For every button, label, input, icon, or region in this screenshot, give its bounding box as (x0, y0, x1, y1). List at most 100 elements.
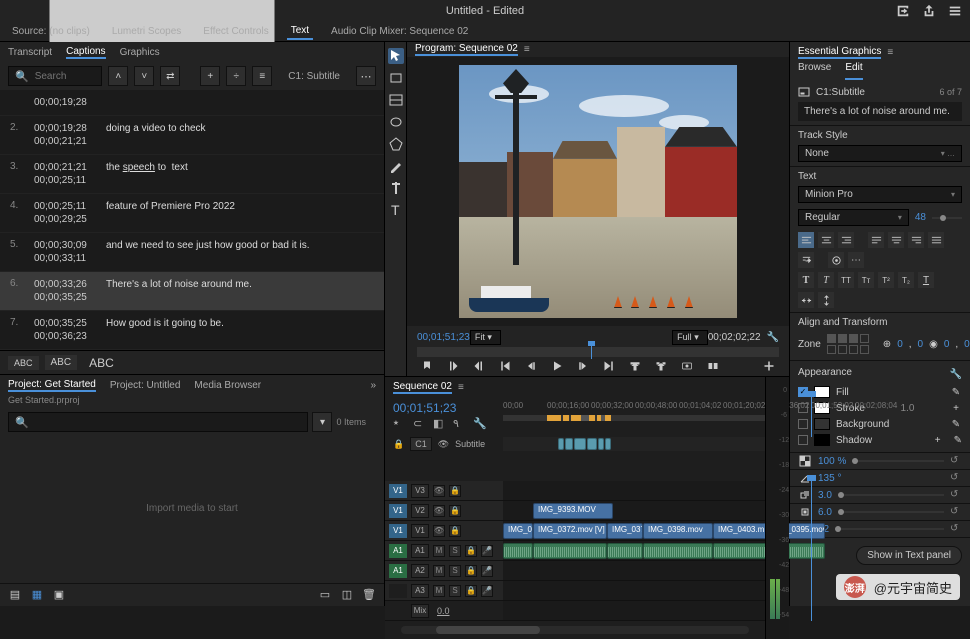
project-tab-2[interactable]: Project: Untitled (110, 380, 181, 391)
tatechuyoko-icon[interactable] (828, 252, 844, 268)
reset-icon[interactable]: ↺ (950, 472, 962, 484)
eg-tab-edit[interactable]: Edit (845, 62, 862, 80)
caption-track-badge[interactable]: C1 (410, 437, 432, 451)
polygon-tool-icon[interactable] (388, 136, 404, 152)
settings-icon[interactable]: 🔧 (767, 332, 779, 343)
fill-eyedropper-icon[interactable]: ✎ (950, 386, 962, 398)
timeline-title[interactable]: Sequence 02 (393, 381, 452, 394)
icon-view-icon[interactable]: ▦ (30, 588, 44, 602)
distance-slider[interactable] (838, 494, 944, 496)
tab-audio-mixer[interactable]: Audio Clip Mixer: Sequence 02 (327, 24, 472, 39)
align-center-icon[interactable] (818, 232, 834, 248)
type-tool-icon[interactable]: T (388, 202, 404, 218)
settings-icon[interactable]: ٩ (453, 417, 465, 429)
res-dropdown[interactable]: Full ▾ (672, 330, 708, 345)
project-tab-3[interactable]: Media Browser (194, 380, 261, 391)
reset-icon[interactable]: ↺ (950, 455, 962, 467)
tab-source[interactable]: Source: (no clips) (8, 24, 94, 39)
opacity-slider[interactable] (852, 460, 944, 462)
caption-row[interactable]: 7. 00;00;35;2500;00;36;23 How good is it… (0, 311, 384, 350)
caption-row[interactable]: 5. 00;00;30;0900;00;33;11 and we need to… (0, 233, 384, 272)
shadow-checkbox[interactable] (798, 435, 808, 445)
tab-text[interactable]: Text (287, 23, 313, 40)
clip[interactable]: IMG_037... (607, 523, 643, 539)
step-fwd-icon[interactable] (575, 359, 591, 373)
spread-value[interactable]: 6.0 (818, 507, 832, 518)
program-menu-icon[interactable]: ≡ (524, 44, 530, 55)
trash-icon[interactable]: 🗑 (362, 588, 376, 602)
reset-icon[interactable]: ↺ (950, 523, 962, 535)
shadow-eyedropper-icon[interactable]: ✎ (954, 435, 962, 446)
export-frame-icon[interactable] (679, 359, 695, 373)
workspace-menu-icon[interactable] (948, 4, 962, 18)
caption-row[interactable]: 00;00;19;28 (0, 90, 384, 116)
abc-mid[interactable]: ABC (45, 355, 78, 370)
caption-track-lane[interactable] (503, 437, 765, 451)
stroke-add-icon[interactable]: + (950, 402, 962, 414)
program-viewer[interactable] (407, 57, 789, 326)
distance-value[interactable]: 3.0 (818, 490, 832, 501)
faux-bold-icon[interactable]: T (798, 272, 814, 288)
mark-in-icon[interactable] (445, 359, 461, 373)
caption-row[interactable]: 6. 00;00;33;2600;00;35;25 There's a lot … (0, 272, 384, 311)
tab-effect-controls[interactable]: Effect Controls (199, 24, 272, 39)
caption-row[interactable]: 2. 00;00;19;2800;00;21;21 doing a video … (0, 116, 384, 155)
play-icon[interactable] (549, 359, 565, 373)
new-bin-icon[interactable]: ▭ (318, 588, 332, 602)
show-in-text-panel-button[interactable]: Show in Text panel (856, 546, 962, 565)
replace-button[interactable]: ⇄ (160, 66, 180, 86)
program-tc-left[interactable]: 00;01;51;23 (417, 332, 470, 343)
project-search[interactable]: 🔍 (8, 412, 308, 432)
captions-tab-captions[interactable]: Captions (66, 46, 105, 59)
mark-out-icon[interactable] (471, 359, 487, 373)
track-lanes[interactable]: IMG_9393.MOV IMG_0368 IMG_0372.mov [V] I… (503, 481, 765, 621)
clip[interactable]: IMG_0398.mov (643, 523, 713, 539)
abc-large[interactable]: ABC (83, 354, 120, 372)
clip[interactable]: IMG_0372.mov [V] (533, 523, 607, 539)
shadow-add-icon[interactable]: + (932, 434, 944, 446)
align-left-icon[interactable] (798, 232, 814, 248)
bg-swatch[interactable] (814, 418, 830, 430)
bg-eyedropper-icon[interactable]: ✎ (950, 418, 962, 430)
snap-icon[interactable]: ⭑ (393, 417, 405, 429)
tab-lumetri[interactable]: Lumetri Scopes (108, 24, 185, 39)
rectangle-tool-icon[interactable] (388, 70, 404, 86)
track-header-a3[interactable]: A3MS🔒🎤 (385, 581, 503, 601)
anchor-y[interactable]: 0 (964, 339, 970, 350)
clip[interactable] (503, 543, 533, 559)
list-view-icon[interactable]: ▤ (8, 588, 22, 602)
font-size[interactable]: 48 (915, 212, 926, 223)
shadow-swatch[interactable] (814, 434, 830, 446)
captions-more-button[interactable]: ⋯ (356, 66, 376, 86)
track-header-mix[interactable]: Mix0.0 (385, 601, 503, 621)
lift-icon[interactable] (627, 359, 643, 373)
clip[interactable]: IMG_0368 (503, 523, 533, 539)
captions-tab-transcript[interactable]: Transcript (8, 47, 52, 58)
linked-sel-icon[interactable]: ⊂ (413, 417, 425, 429)
kerning-icon[interactable] (798, 292, 814, 308)
eg-title[interactable]: Essential Graphics (798, 46, 881, 59)
clip[interactable]: IMG_9393.MOV (533, 503, 613, 519)
wrench-icon[interactable]: 🔧 (473, 417, 485, 429)
lock-icon[interactable]: 🔒 (393, 439, 404, 450)
add-caption-button[interactable]: + (200, 66, 220, 86)
abc-small[interactable]: ABC (8, 356, 39, 370)
extract-icon[interactable] (653, 359, 669, 373)
pen-tool-icon[interactable] (388, 158, 404, 174)
zone-grid[interactable] (827, 334, 869, 354)
split-caption-button[interactable]: ÷ (226, 66, 246, 86)
spread-slider[interactable] (838, 511, 944, 513)
blur-slider[interactable] (835, 528, 944, 530)
go-to-in-icon[interactable] (497, 359, 513, 373)
make-frame-tool-icon[interactable] (388, 92, 404, 108)
timeline-tc[interactable]: 00;01;51;23 (393, 401, 495, 415)
eye-icon[interactable]: 👁 (438, 439, 449, 450)
justify-right-icon[interactable] (908, 232, 924, 248)
clip[interactable] (533, 543, 607, 559)
track-style-dropdown[interactable]: None▾ … (798, 145, 962, 162)
new-item-icon[interactable]: ◫ (340, 588, 354, 602)
underline-icon[interactable]: T (918, 272, 934, 288)
track-header-v1[interactable]: V1V1👁🔒 (385, 521, 503, 541)
step-back-icon[interactable] (523, 359, 539, 373)
quick-export-icon[interactable] (896, 4, 910, 18)
